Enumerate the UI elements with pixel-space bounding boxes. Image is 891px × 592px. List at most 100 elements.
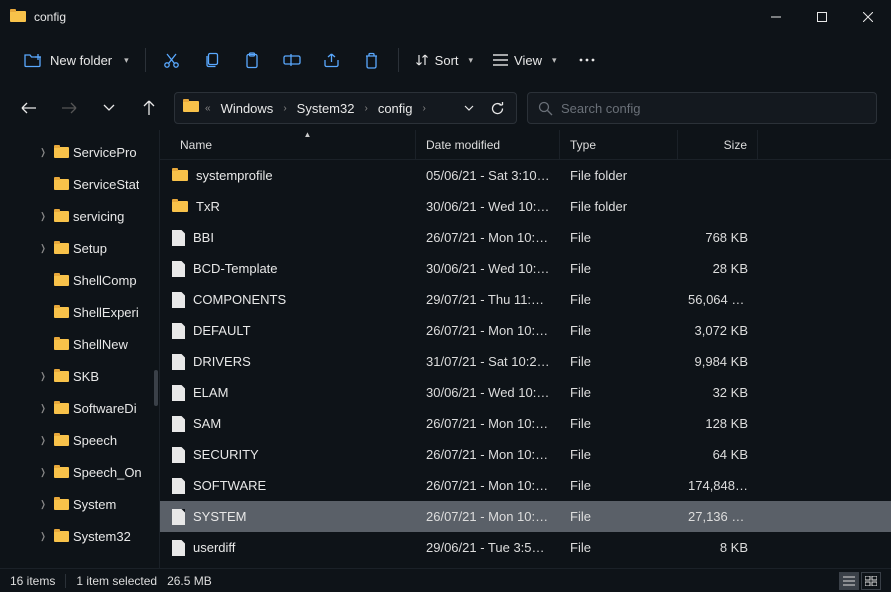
scrollbar-thumb[interactable]	[154, 370, 158, 406]
expand-chevron-icon[interactable]: ❯	[38, 531, 48, 542]
up-button[interactable]	[134, 93, 164, 123]
file-row[interactable]: SOFTWARE26/07/21 - Mon 10:14 ...File174,…	[160, 470, 891, 501]
addressbar[interactable]: « Windows›System32›config›	[174, 92, 517, 124]
tree-item[interactable]: ❯System	[0, 488, 159, 520]
explorer-window: config New folder ▾	[0, 0, 891, 592]
tree-item[interactable]: ❯SKB	[0, 360, 159, 392]
share-button[interactable]	[312, 42, 352, 78]
expand-chevron-icon[interactable]: ❯	[38, 147, 48, 158]
file-type: File	[560, 261, 678, 276]
file-list[interactable]: systemprofile05/06/21 - Sat 3:10 PMFile …	[160, 160, 891, 568]
expand-chevron-icon[interactable]: ❯	[38, 371, 48, 382]
copy-button[interactable]	[192, 42, 232, 78]
recent-button[interactable]	[94, 93, 124, 123]
view-thumbnails-button[interactable]	[861, 572, 881, 590]
file-icon	[172, 261, 185, 277]
cut-button[interactable]	[152, 42, 192, 78]
breadcrumb-segment[interactable]: config	[374, 99, 417, 118]
file-name: SYSTEM	[193, 509, 246, 524]
expand-chevron-icon[interactable]: ❯	[38, 243, 48, 254]
file-size: 174,848 KB	[678, 478, 758, 493]
file-name: SAM	[193, 416, 221, 431]
new-folder-button[interactable]: New folder ▾	[14, 46, 139, 74]
maximize-button[interactable]	[799, 0, 845, 34]
paste-button[interactable]	[232, 42, 272, 78]
tree-item[interactable]: ❯SoftwareDi	[0, 392, 159, 424]
search-icon	[538, 101, 553, 116]
chevron-right-icon: ›	[423, 103, 426, 114]
app-folder-icon	[10, 11, 26, 23]
tree-item[interactable]: ❯Speech_On	[0, 456, 159, 488]
file-row[interactable]: TxR30/06/21 - Wed 10:07 ...File folder	[160, 191, 891, 222]
folder-tree[interactable]: ❯ServiceProServiceStat❯servicing❯SetupSh…	[0, 130, 160, 568]
file-row[interactable]: DRIVERS31/07/21 - Sat 10:22 AMFile9,984 …	[160, 346, 891, 377]
tree-item-label: Speech	[73, 433, 117, 448]
folder-icon	[54, 211, 69, 222]
overflow-chevron[interactable]: «	[205, 103, 211, 114]
file-name: SOFTWARE	[193, 478, 266, 493]
file-row[interactable]: BBI26/07/21 - Mon 10:14 ...File768 KB	[160, 222, 891, 253]
tree-item[interactable]: ❯ServicePro	[0, 136, 159, 168]
file-row[interactable]: DEFAULT26/07/21 - Mon 10:14 ...File3,072…	[160, 315, 891, 346]
forward-button[interactable]	[54, 93, 84, 123]
file-row[interactable]: systemprofile05/06/21 - Sat 3:10 PMFile …	[160, 160, 891, 191]
tree-item-label: ShellComp	[73, 273, 137, 288]
tree-item-label: Setup	[73, 241, 107, 256]
tree-item[interactable]: ❯servicing	[0, 200, 159, 232]
rename-button[interactable]	[272, 42, 312, 78]
address-dropdown[interactable]	[458, 97, 480, 119]
file-icon	[172, 416, 185, 432]
expand-chevron-icon[interactable]: ❯	[38, 435, 48, 446]
minimize-button[interactable]	[753, 0, 799, 34]
column-size[interactable]: Size	[678, 130, 758, 159]
refresh-button[interactable]	[486, 97, 508, 119]
folder-icon	[172, 170, 188, 181]
sort-button[interactable]: Sort ▾	[405, 47, 483, 74]
view-button[interactable]: View ▾	[483, 47, 566, 74]
tree-item[interactable]: ShellExperi	[0, 296, 159, 328]
expand-chevron-icon[interactable]: ❯	[38, 467, 48, 478]
column-size-label: Size	[724, 138, 747, 152]
tree-item[interactable]: ❯ Speech	[0, 424, 159, 456]
folder-icon	[172, 201, 188, 212]
file-type: File	[560, 385, 678, 400]
column-name[interactable]: ▲ Name	[160, 130, 416, 159]
breadcrumb-segment[interactable]: Windows	[217, 99, 278, 118]
search-input[interactable]	[561, 101, 866, 116]
file-date: 30/06/21 - Wed 10:07 ...	[416, 199, 560, 214]
view-details-button[interactable]	[839, 572, 859, 590]
expand-chevron-icon[interactable]: ❯	[38, 499, 48, 510]
delete-button[interactable]	[352, 42, 392, 78]
file-name: ELAM	[193, 385, 228, 400]
file-row[interactable]: SAM26/07/21 - Mon 10:14 ...File128 KB	[160, 408, 891, 439]
tree-item[interactable]: ServiceStat	[0, 168, 159, 200]
file-icon	[172, 354, 185, 370]
tree-item-label: System32	[73, 529, 131, 544]
more-button[interactable]	[567, 42, 607, 78]
tree-item[interactable]: ShellNew	[0, 328, 159, 360]
searchbox[interactable]	[527, 92, 877, 124]
expand-chevron-icon[interactable]: ❯	[38, 211, 48, 222]
expand-chevron-icon[interactable]: ❯	[38, 403, 48, 414]
file-row[interactable]: ELAM30/06/21 - Wed 10:11 ...File32 KB	[160, 377, 891, 408]
file-row[interactable]: SYSTEM26/07/21 - Mon 10:14 ...File27,136…	[160, 501, 891, 532]
file-row[interactable]: COMPONENTS29/07/21 - Thu 11:52 AMFile56,…	[160, 284, 891, 315]
file-row[interactable]: BCD-Template30/06/21 - Wed 10:05 ...File…	[160, 253, 891, 284]
file-row[interactable]: SECURITY26/07/21 - Mon 10:14 ...File64 K…	[160, 439, 891, 470]
close-button[interactable]	[845, 0, 891, 34]
tree-item[interactable]: ❯ System32	[0, 520, 159, 552]
tree-item[interactable]: ShellComp	[0, 264, 159, 296]
tree-item[interactable]: ❯ Setup	[0, 232, 159, 264]
back-button[interactable]	[14, 93, 44, 123]
folder-icon	[54, 179, 69, 190]
column-type[interactable]: Type	[560, 130, 678, 159]
column-date[interactable]: Date modified	[416, 130, 560, 159]
file-date: 30/06/21 - Wed 10:11 ...	[416, 385, 560, 400]
breadcrumb-segment[interactable]: System32	[293, 99, 359, 118]
body: ❯ServiceProServiceStat❯servicing❯SetupSh…	[0, 130, 891, 568]
folder-icon	[54, 147, 69, 158]
file-row[interactable]: userdiff29/06/21 - Tue 3:53 AMFile8 KB	[160, 532, 891, 563]
chevron-right-icon: ›	[283, 103, 286, 114]
file-type: File	[560, 292, 678, 307]
statusbar: 16 items 1 item selected 26.5 MB	[0, 568, 891, 592]
